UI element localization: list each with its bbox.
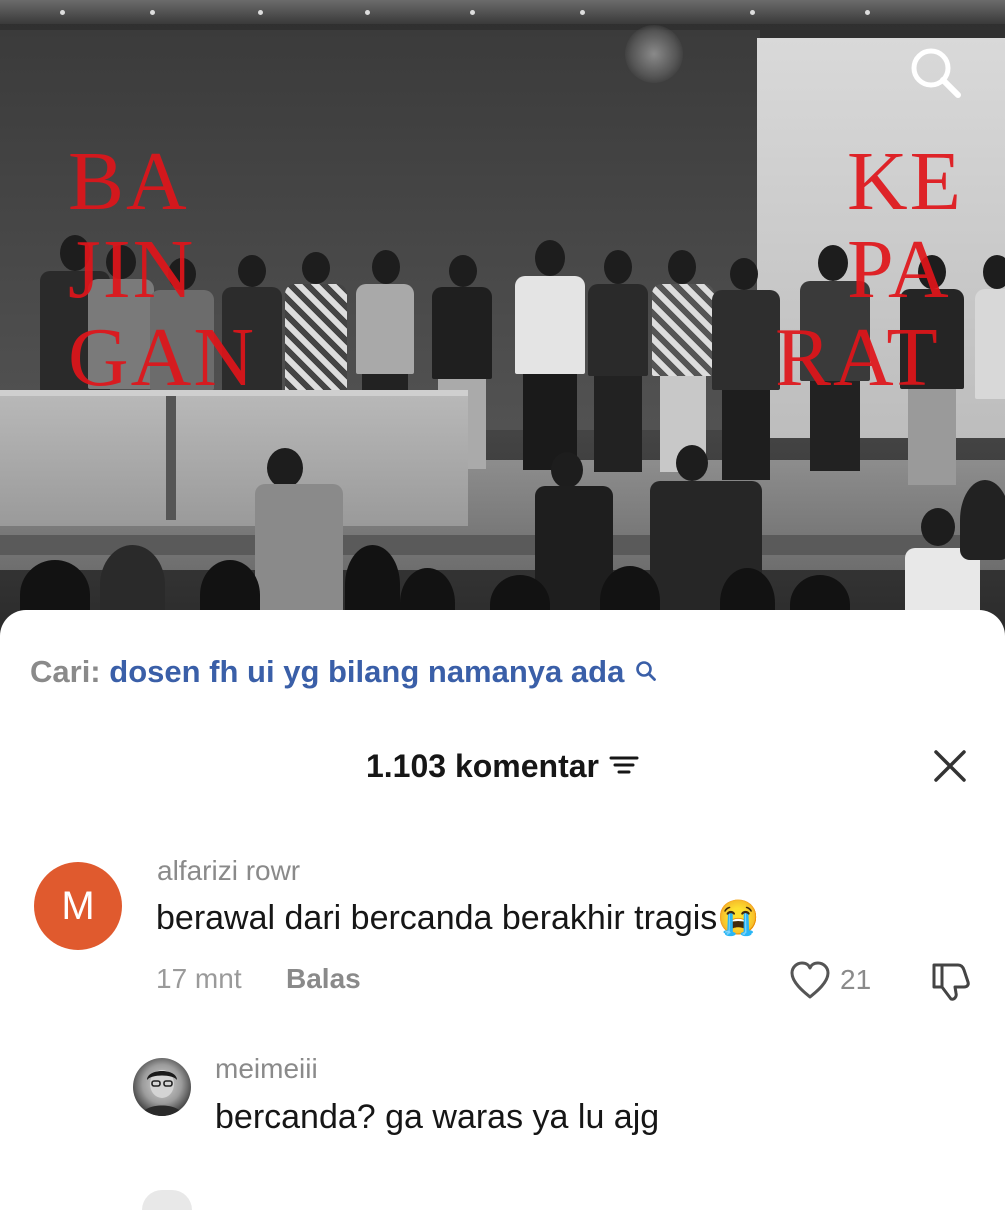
presentation-table (0, 390, 468, 526)
overlay-word-right: KE PA RAT (775, 135, 963, 404)
search-prefix: Cari: (30, 654, 101, 689)
close-icon[interactable] (928, 744, 972, 788)
comment-text: berawal dari bercanda berakhir tragis😭 (156, 899, 760, 937)
comment-count: 1.103 komentar (365, 748, 599, 784)
avatar[interactable] (133, 1058, 191, 1116)
heart-icon[interactable] (788, 960, 832, 1005)
comment-time: 17 mnt (156, 963, 242, 994)
stage-lamp (625, 25, 683, 83)
like-count: 21 (840, 964, 872, 995)
dislike-icon[interactable] (928, 960, 972, 1007)
comment-sort-button[interactable]: 1.103 komentar (366, 748, 639, 785)
search-icon[interactable] (905, 42, 965, 102)
comments-header: 1.103 komentar (0, 748, 1005, 785)
reply-button[interactable]: Balas (286, 963, 361, 995)
sort-icon (609, 748, 639, 785)
search-suggestion[interactable]: Cari: dosen fh ui yg bilang namanya ada (30, 654, 657, 690)
ceiling (0, 0, 1005, 24)
search-query-link[interactable]: dosen fh ui yg bilang namanya ada (109, 654, 624, 689)
video-player[interactable]: BA JIN GAN KE PA RAT (0, 0, 1005, 640)
reply-text: bercanda? ga waras ya lu ajg (215, 1098, 660, 1136)
overlay-word-left: BA JIN GAN (68, 135, 256, 404)
comment-username[interactable]: alfarizi rowr (157, 855, 300, 887)
avatar[interactable]: M (34, 862, 122, 950)
search-icon (635, 654, 657, 690)
comments-sheet: Cari: dosen fh ui yg bilang namanya ada … (0, 610, 1005, 1200)
reply-username[interactable]: meimeiii (215, 1053, 318, 1085)
